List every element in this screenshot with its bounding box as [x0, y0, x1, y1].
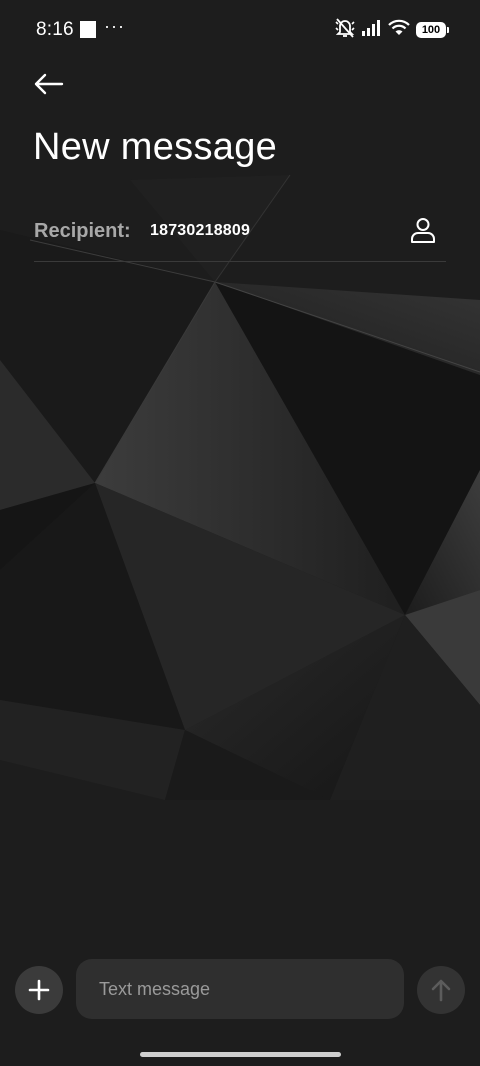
back-arrow-icon [34, 73, 64, 95]
recipient-label: Recipient: [34, 220, 131, 242]
page-title: New message [33, 126, 278, 168]
arrow-up-icon [431, 979, 451, 1002]
status-icons: 100 [334, 17, 449, 43]
attach-button[interactable] [15, 966, 63, 1014]
home-indicator[interactable] [140, 1052, 341, 1057]
message-input[interactable] [76, 959, 404, 1019]
notification-square-icon [80, 21, 96, 38]
status-time: 8:16 [36, 19, 74, 40]
more-notifications-indicator: ··· [104, 16, 125, 36]
recipient-number[interactable]: 18730218809 [150, 222, 250, 240]
vibrate-mute-icon [334, 17, 356, 43]
signal-icon [362, 19, 382, 41]
select-contact-button[interactable] [408, 214, 438, 246]
wifi-icon [388, 19, 410, 41]
battery-icon: 100 [416, 22, 449, 38]
plus-icon [28, 979, 50, 1001]
compose-bar [0, 955, 480, 1023]
status-bar: 8:16 ··· 100 [0, 0, 480, 60]
person-icon [411, 218, 435, 243]
back-button[interactable] [28, 64, 68, 104]
recipient-row: Recipient: 18730218809 [34, 206, 446, 262]
send-button[interactable] [417, 966, 465, 1014]
new-message-screen: 8:16 ··· 100 New message Recipient: 1873… [0, 0, 480, 1066]
